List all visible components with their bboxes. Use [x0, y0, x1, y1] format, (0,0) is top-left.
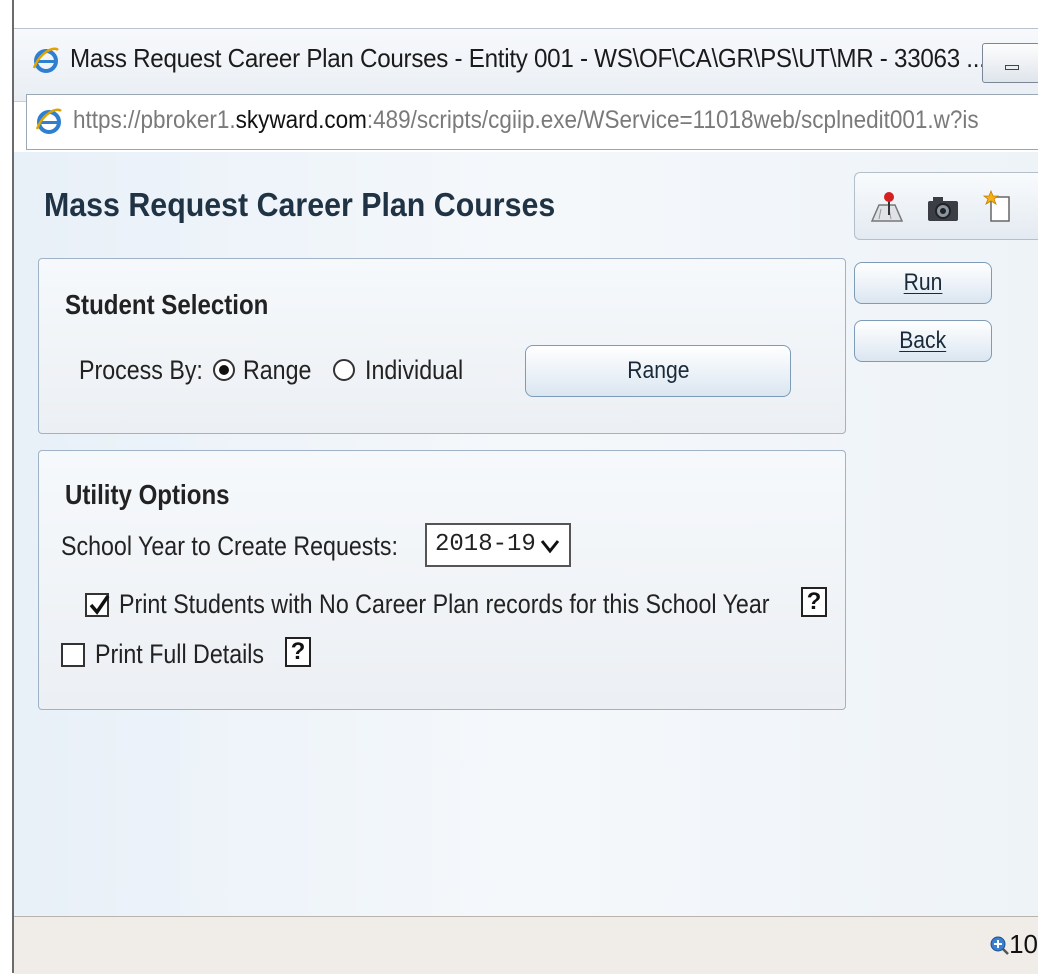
url-prefix: https://pbroker1. [73, 106, 236, 134]
help-icon[interactable]: ? [285, 637, 311, 667]
address-bar[interactable]: https://pbroker1.skyward.com:489/scripts… [26, 94, 1038, 150]
window-title: Mass Request Career Plan Courses - Entit… [70, 43, 986, 73]
zoom-in-icon [990, 936, 1009, 955]
back-button[interactable]: Back [854, 320, 992, 362]
print-full-details-checkbox[interactable] [61, 643, 85, 667]
status-bar: 10 [14, 916, 1038, 974]
help-icon[interactable]: ? [801, 587, 827, 617]
school-year-label: School Year to Create Requests: [61, 531, 398, 561]
run-button-label: Run [903, 269, 943, 296]
page-toolbar [854, 172, 1038, 240]
url-text: https://pbroker1.skyward.com:489/scripts… [73, 106, 979, 135]
chevron-down-icon [540, 540, 560, 554]
checkmark-icon [89, 595, 110, 615]
run-button[interactable]: Run [854, 262, 992, 304]
range-radio-label: Range [243, 355, 312, 385]
range-button[interactable]: Range [525, 345, 791, 397]
map-pin-icon[interactable] [869, 189, 905, 225]
student-selection-panel: Student Selection Process By: Range Indi… [38, 258, 846, 434]
url-path: :489/scripts/cgiip.exe/WService=11018web… [366, 106, 979, 134]
camera-icon[interactable] [925, 189, 961, 225]
minimize-button[interactable] [982, 43, 1038, 83]
internet-explorer-icon [35, 108, 62, 134]
print-full-details-label: Print Full Details [95, 639, 265, 669]
utility-options-heading: Utility Options [65, 479, 230, 510]
browser-window: Mass Request Career Plan Courses - Entit… [0, 0, 1038, 974]
title-bar: Mass Request Career Plan Courses - Entit… [14, 28, 1038, 102]
page-content: Mass Request Career Plan Courses Run Bac… [14, 152, 1038, 917]
zoom-level: 10 [1009, 929, 1038, 959]
print-no-career-plan-label: Print Students with No Career Plan recor… [119, 589, 770, 619]
page-title: Mass Request Career Plan Courses [44, 186, 556, 223]
url-domain: skyward.com [235, 106, 367, 134]
school-year-value: 2018-19 [435, 531, 536, 558]
school-year-select[interactable]: 2018-19 [425, 523, 571, 567]
individual-radio-label: Individual [365, 355, 464, 385]
range-button-label: Range [626, 357, 690, 384]
print-no-career-plan-checkbox[interactable] [85, 593, 110, 617]
internet-explorer-icon [32, 47, 59, 73]
new-item-icon[interactable] [981, 189, 1017, 225]
zoom-control[interactable]: 10 [989, 929, 1038, 960]
back-button-label: Back [899, 327, 947, 354]
process-by-label: Process By: [79, 355, 203, 385]
range-radio[interactable] [213, 359, 235, 381]
student-selection-heading: Student Selection [65, 289, 269, 320]
minimize-icon [1005, 65, 1019, 70]
window-border [0, 0, 14, 973]
utility-options-panel: Utility Options School Year to Create Re… [38, 450, 846, 710]
individual-radio[interactable] [333, 359, 355, 381]
